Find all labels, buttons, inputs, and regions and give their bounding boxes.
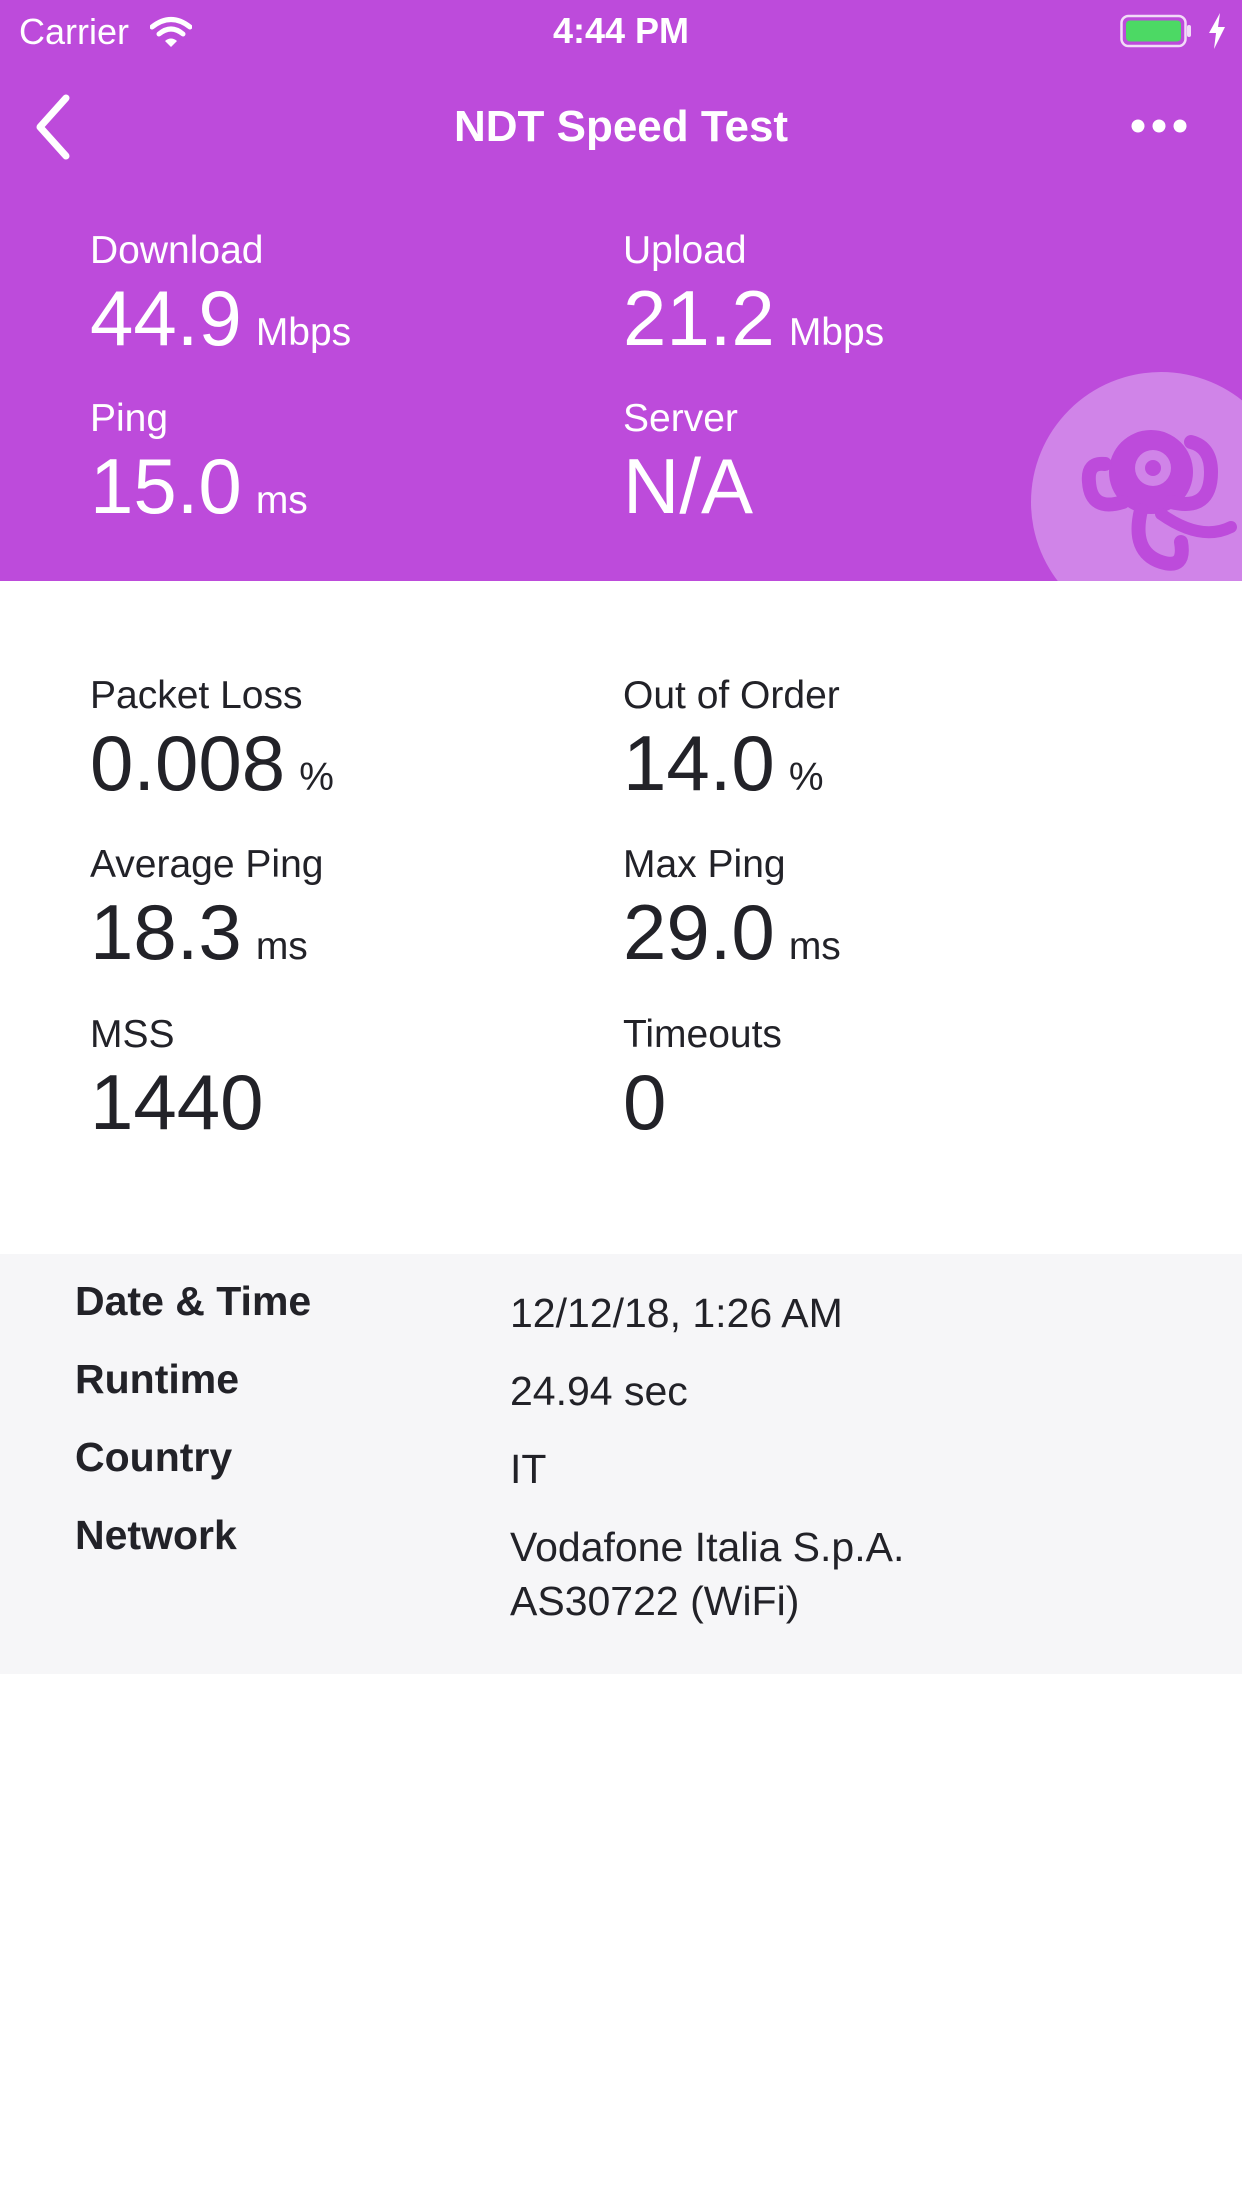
upload-value: 21.2 bbox=[623, 274, 775, 362]
network-label: Network bbox=[75, 1512, 237, 1558]
network-value-line1: Vodafone Italia S.p.A. bbox=[510, 1524, 905, 1570]
average-ping-metric: Average Ping 18.3 ms bbox=[90, 843, 323, 975]
average-ping-label: Average Ping bbox=[90, 843, 324, 886]
packet-loss-unit: % bbox=[299, 756, 334, 799]
charging-bolt-icon bbox=[1209, 13, 1225, 49]
mss-value: 1440 bbox=[90, 1058, 264, 1146]
out-of-order-unit: % bbox=[788, 756, 824, 799]
average-ping-value: 18.3 bbox=[90, 888, 242, 976]
download-value: 44.9 bbox=[90, 274, 242, 362]
server-value: N/A bbox=[623, 442, 754, 530]
octopus-logo-icon bbox=[1031, 372, 1242, 581]
mss-label: MSS bbox=[90, 1013, 175, 1056]
country-label: Country bbox=[75, 1434, 233, 1480]
max-ping-label: Max Ping bbox=[623, 843, 786, 886]
server-label: Server bbox=[623, 397, 738, 440]
status-bar: Carrier 4:44 PM bbox=[0, 0, 1242, 62]
out-of-order-label: Out of Order bbox=[623, 674, 840, 717]
date-time-value: 12/12/18, 1:26 AM bbox=[510, 1290, 843, 1336]
status-time: 4:44 PM bbox=[552, 10, 690, 51]
upload-metric: Upload 21.2 Mbps bbox=[623, 229, 884, 361]
max-ping-unit: ms bbox=[788, 925, 841, 968]
runtime-value: 24.94 sec bbox=[510, 1368, 688, 1414]
packet-loss-metric: Packet Loss 0.008% bbox=[90, 674, 334, 806]
results-header: Carrier 4:44 PM NDT Speed Test Download … bbox=[0, 0, 1242, 581]
mss-metric: MSS 1440 bbox=[90, 1013, 264, 1145]
date-time-label: Date & Time bbox=[75, 1278, 312, 1324]
ping-metric: Ping 15.0 ms bbox=[90, 397, 308, 529]
country-value: IT bbox=[510, 1446, 547, 1492]
average-ping-unit: ms bbox=[255, 925, 308, 968]
timeouts-label: Timeouts bbox=[623, 1013, 782, 1056]
page-title: NDT Speed Test bbox=[453, 102, 789, 151]
download-metric: Download 44.9 Mbps bbox=[90, 229, 351, 361]
ping-label: Ping bbox=[90, 397, 169, 440]
server-metric: Server N/A bbox=[623, 397, 753, 529]
max-ping-value: 29.0 bbox=[623, 888, 775, 976]
battery-icon bbox=[1120, 14, 1191, 48]
max-ping-metric: Max Ping 29.0 ms bbox=[623, 843, 841, 975]
packet-loss-label: Packet Loss bbox=[90, 674, 303, 717]
timeouts-metric: Timeouts 0 bbox=[623, 1013, 782, 1145]
test-details-panel: Date & Time 12/12/18, 1:26 AM Runtime 24… bbox=[0, 1254, 1242, 1674]
runtime-label: Runtime bbox=[75, 1356, 239, 1402]
network-value-line2: AS30722 (WiFi) bbox=[510, 1578, 800, 1624]
upload-unit: Mbps bbox=[788, 311, 885, 354]
upload-label: Upload bbox=[623, 229, 747, 272]
out-of-order-metric: Out of Order 14.0% bbox=[623, 674, 840, 806]
out-of-order-value: 14.0 bbox=[623, 719, 775, 807]
ping-value: 15.0 bbox=[90, 442, 242, 530]
download-label: Download bbox=[90, 229, 264, 272]
timeouts-value: 0 bbox=[623, 1058, 667, 1146]
more-options-icon[interactable] bbox=[1130, 112, 1188, 140]
download-unit: Mbps bbox=[255, 311, 352, 354]
ping-unit: ms bbox=[255, 479, 308, 522]
packet-loss-value: 0.008 bbox=[90, 719, 286, 807]
